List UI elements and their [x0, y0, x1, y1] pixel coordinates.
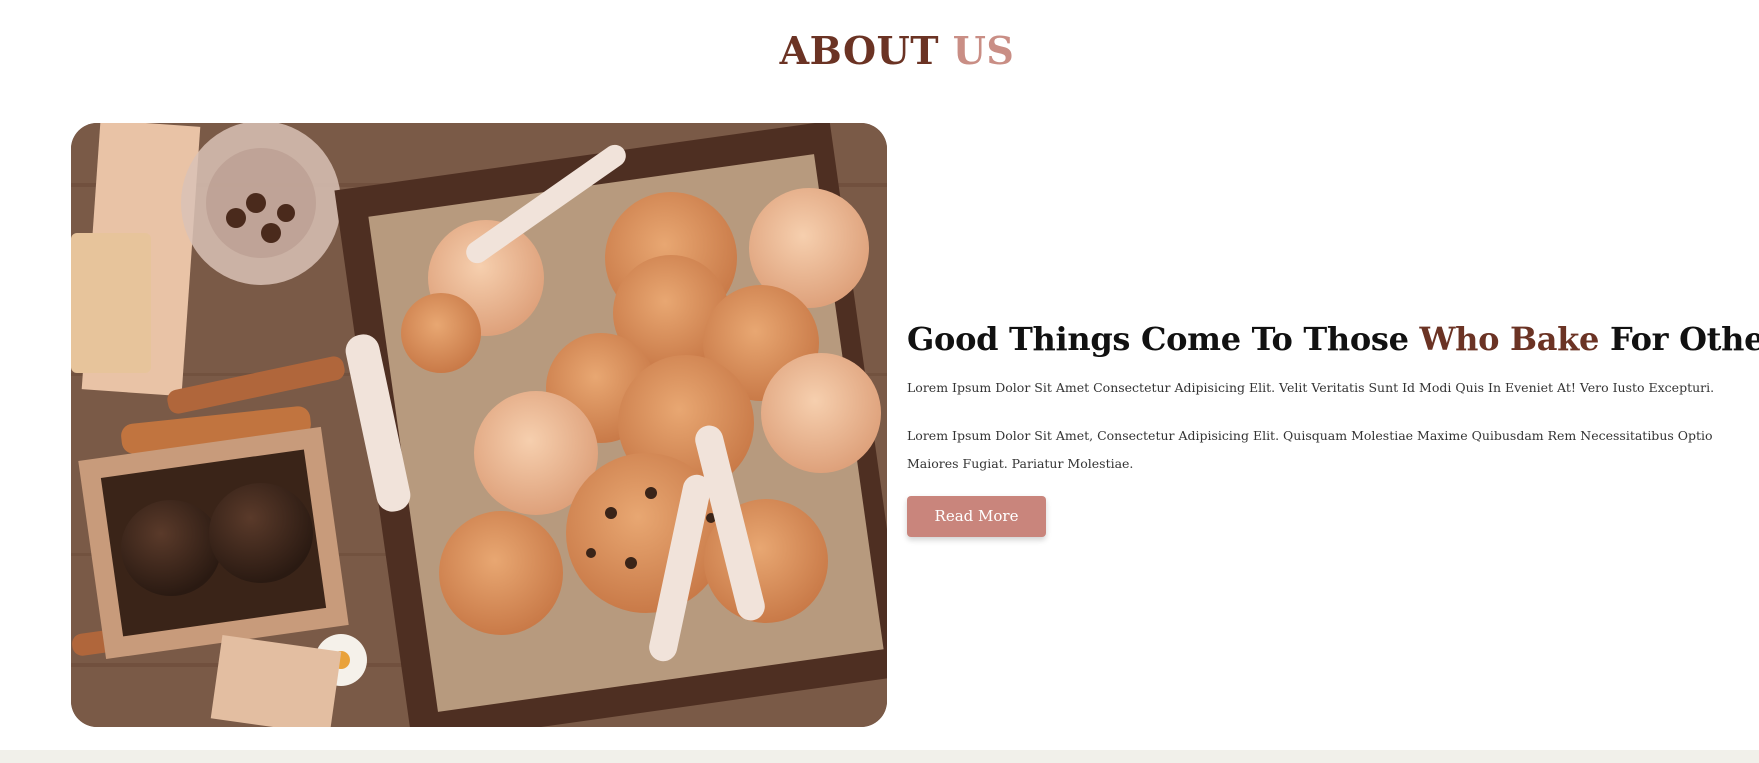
- headline-part-1: Good Things Come To Those: [907, 320, 1409, 358]
- section-title-primary: ABOUT: [779, 28, 939, 73]
- headline-accent: Who Bake: [1419, 320, 1600, 358]
- about-content: Good Things Come To Those Who Bake For O…: [907, 320, 1759, 537]
- section-title-accent: US: [952, 28, 1015, 73]
- section-title: ABOUT US: [0, 28, 1759, 73]
- about-image: [71, 123, 887, 727]
- about-headline: Good Things Come To Those Who Bake For O…: [907, 320, 1759, 358]
- cookies-illustration: [71, 123, 887, 727]
- about-paragraph-2: Lorem Ipsum Dolor Sit Amet, Consectetur …: [907, 428, 1713, 471]
- footer-strip: [0, 750, 1759, 763]
- about-paragraph-1: Lorem Ipsum Dolor Sit Amet Consectetur A…: [907, 380, 1715, 395]
- headline-part-2: For Others: [1609, 320, 1759, 358]
- read-more-button[interactable]: Read More: [907, 496, 1046, 537]
- about-page: ABOUT US Good Things Come To Those Who B…: [0, 0, 1759, 763]
